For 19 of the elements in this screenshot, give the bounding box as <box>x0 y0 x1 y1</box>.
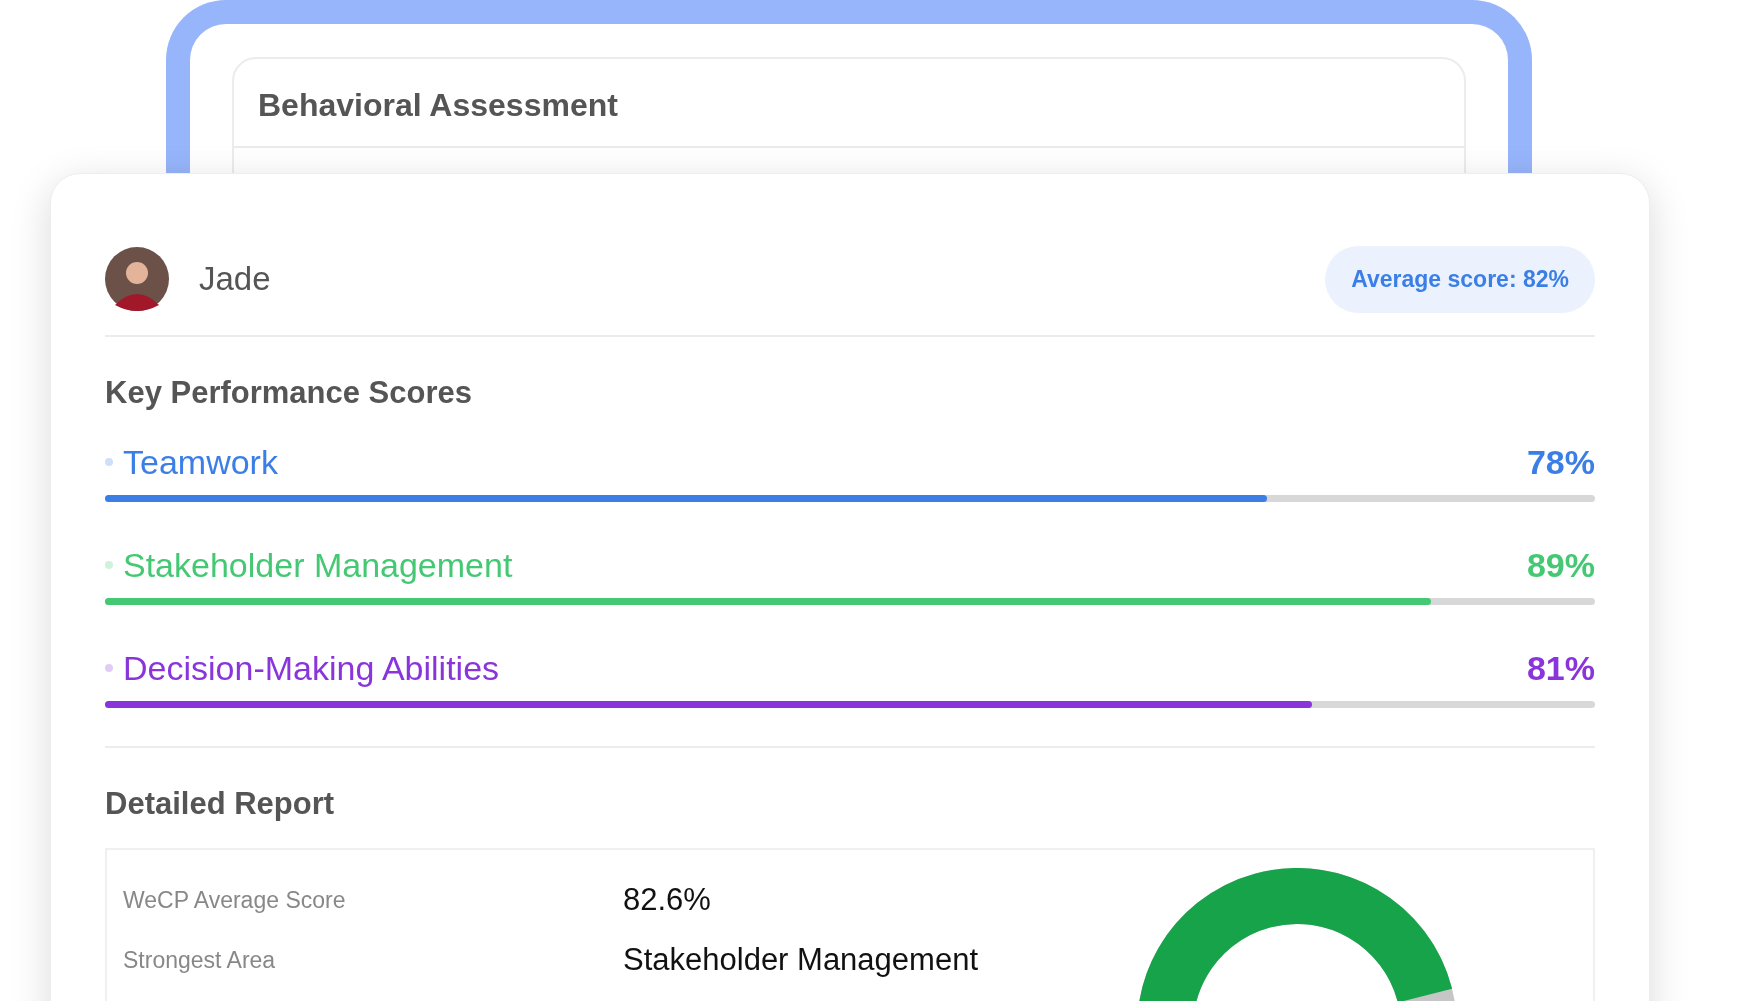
avatar <box>105 247 169 311</box>
score-value: 81% <box>1526 648 1595 688</box>
row-value: 82.6% <box>623 882 711 918</box>
card-title: Behavioral Assessment <box>234 59 1464 148</box>
row-label: Strongest Area <box>123 946 277 974</box>
bullet-dot <box>105 458 113 466</box>
score-value: 89% <box>1526 545 1595 585</box>
score-label: Stakeholder Management <box>123 545 514 585</box>
section-title: Key Performance Scores <box>105 375 474 411</box>
bullet-dot <box>105 664 113 672</box>
candidate-name: Jade <box>199 260 272 298</box>
average-score-badge: Average score: 82% <box>1325 245 1595 313</box>
score-value: 78% <box>1526 442 1595 482</box>
score-label: Decision-Making Abilities <box>123 648 501 688</box>
row-label: WeCP Average Score <box>123 886 347 914</box>
score-label: Teamwork <box>123 442 279 482</box>
section-title: Detailed Report <box>105 786 336 822</box>
bullet-dot <box>105 561 113 569</box>
row-value: Stakeholder Management <box>623 942 978 978</box>
